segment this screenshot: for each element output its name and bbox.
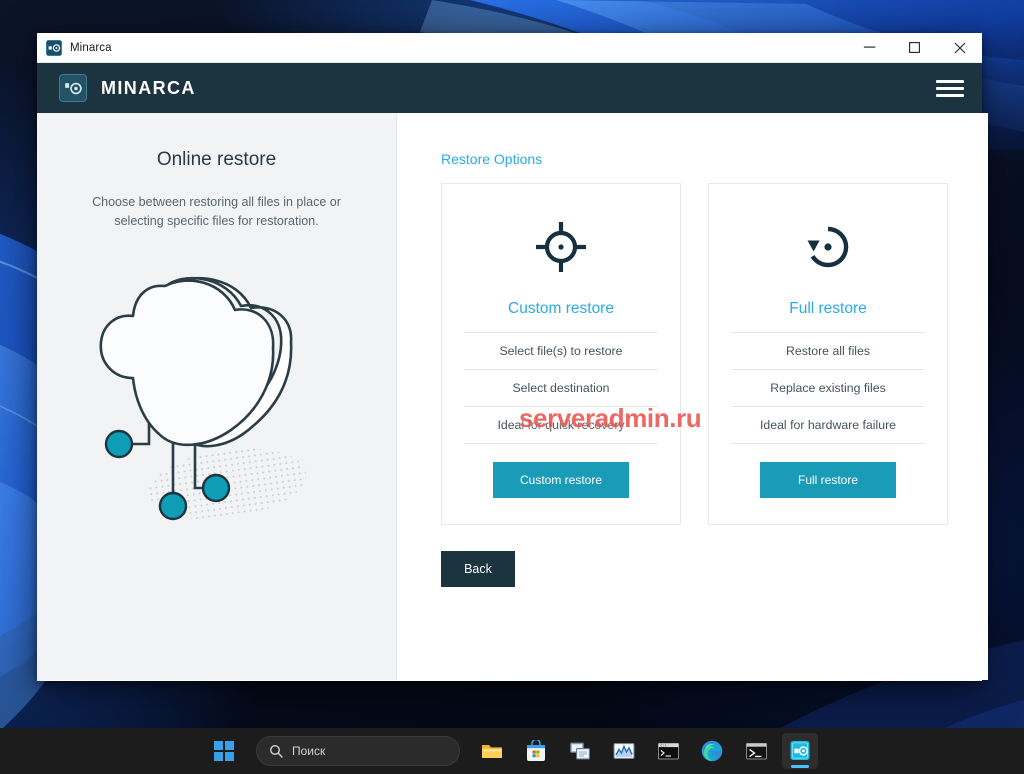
close-button[interactable] [937,33,982,63]
microsoft-edge-icon[interactable] [694,733,730,769]
search-input[interactable]: Поиск [256,736,460,766]
windows-start-icon[interactable] [206,733,242,769]
restore-options-panel: Restore Options Custom restore Select fi… [397,113,988,680]
list-item: Replace existing files [731,369,925,406]
list-item: Select file(s) to restore [464,332,658,369]
page-title: Online restore [156,149,277,170]
card-title: Full restore [789,300,867,317]
minarca-logo-icon [59,74,87,102]
search-placeholder: Поиск [292,744,326,758]
custom-restore-button[interactable]: Custom restore [493,462,629,498]
command-prompt-icon[interactable]: C:\ [650,733,686,769]
microsoft-store-icon[interactable] [518,733,554,769]
search-icon [269,744,283,758]
card-title: Custom restore [508,300,614,317]
card-feature-list: Restore all files Replace existing files… [731,332,925,444]
section-title: Restore Options [441,151,543,167]
card-custom-restore[interactable]: Custom restore Select file(s) to restore… [441,183,681,525]
windows-taskbar: Поиск C:\ [0,728,1024,774]
hamburger-menu-icon[interactable] [936,76,964,100]
page-description: Choose between restoring all files in pl… [92,195,341,229]
desktop: Minarca ─ MINARCA Online restore Choose … [0,0,1024,774]
full-restore-button[interactable]: Full restore [760,462,896,498]
powershell-icon[interactable] [738,733,774,769]
list-item: Ideal for quick recovery [464,406,658,444]
list-item: Ideal for hardware failure [731,406,925,444]
cloud-network-illustration [99,276,306,520]
left-info-panel: Online restore Choose between restoring … [37,113,397,680]
restore-backup-icon [801,216,855,278]
show-desktop-button[interactable] [1019,728,1024,774]
file-explorer-icon[interactable] [474,733,510,769]
minarca-app-window: Minarca ─ MINARCA Online restore Choose … [37,33,988,681]
window-title: Minarca [70,41,112,54]
performance-monitor-icon[interactable] [606,733,642,769]
crosshair-target-icon [534,216,588,278]
maximize-icon [909,42,920,53]
app-header-bar: MINARCA [37,63,982,113]
back-button[interactable]: Back [441,551,515,587]
brand-name: MINARCA [101,77,196,98]
minarca-app-icon [46,39,62,56]
restore-option-cards: Custom restore Select file(s) to restore… [441,183,948,525]
remote-desktop-icon[interactable] [562,733,598,769]
minimize-button[interactable]: ─ [847,33,892,63]
window-body: Online restore Choose between restoring … [37,113,988,680]
card-full-restore[interactable]: Full restore Restore all files Replace e… [708,183,948,525]
minarca-taskbar-icon[interactable] [782,733,818,769]
list-item: Restore all files [731,332,925,369]
window-titlebar[interactable]: Minarca ─ [37,33,982,63]
svg-text:C:\: C:\ [660,743,666,747]
list-item: Select destination [464,369,658,406]
close-icon [954,42,965,53]
card-feature-list: Select file(s) to restore Select destina… [464,332,658,444]
maximize-button[interactable] [892,33,937,63]
